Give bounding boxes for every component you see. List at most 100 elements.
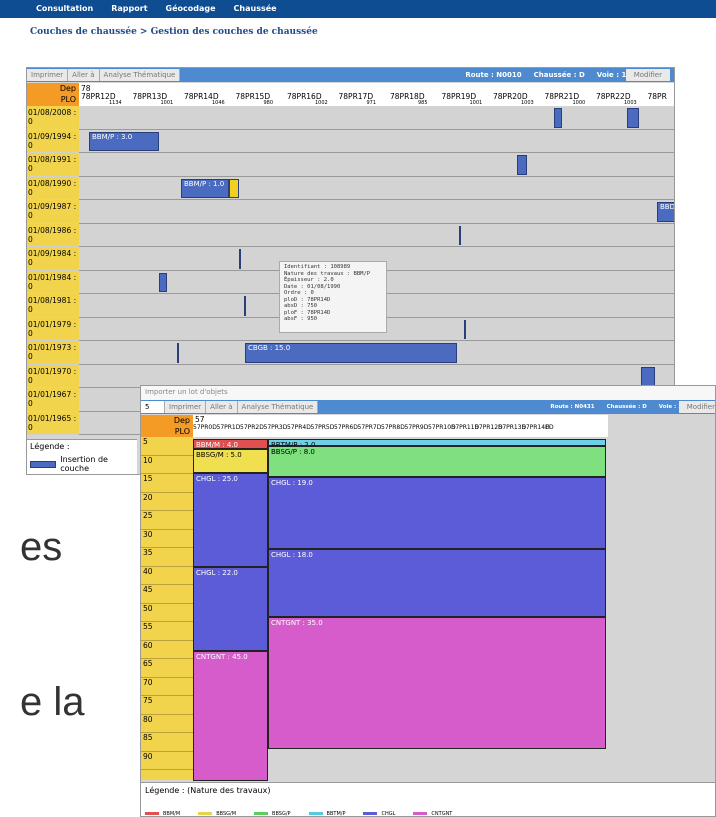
layer-bbm-m[interactable]: BBM/M : 4.0 (193, 439, 268, 449)
pr-label: 57PR8D (381, 424, 405, 431)
layer-cntgnt-45[interactable]: CNTGNT : 45.0 (193, 651, 268, 781)
thematic-analysis-button[interactable]: Analyse Thématique (237, 401, 319, 413)
modify-button[interactable]: Modifier (625, 69, 670, 81)
segment-marker[interactable] (239, 249, 241, 269)
legend-item: BBM/M (145, 810, 181, 817)
legend-label: BBSG/P (272, 810, 291, 817)
row-date[interactable]: 01/09/1984 : 0 (27, 247, 79, 271)
legend-label: BBM/M (163, 810, 181, 817)
depth-row-label: 20 (141, 492, 193, 511)
layer-chgl-25[interactable]: CHGL : 25.0 (193, 473, 268, 567)
legend-swatch (413, 812, 428, 815)
segment-marker[interactable] (627, 108, 639, 128)
segment-selected[interactable] (229, 178, 239, 198)
depth-row-label: 70 (141, 677, 193, 696)
timeline-row[interactable] (79, 129, 674, 153)
tooltip-line: absF : 950 (284, 316, 318, 322)
legend-item: BBSG/M (198, 810, 237, 817)
layer-chgl-19[interactable]: CHGL : 19.0 (268, 477, 606, 549)
row-date[interactable]: 01/01/1970 : 0 (27, 364, 79, 388)
legend: Légende : (Nature des travaux) BBM/M BBSG… (141, 782, 715, 817)
pr-label: 57PR2D (240, 424, 264, 431)
route-label: Route : N0010 (465, 71, 522, 79)
legend-swatch (198, 812, 213, 815)
toolbar: 5 Imprimer Aller à Analyse Thématique Ro… (141, 400, 715, 414)
print-button[interactable]: Imprimer (27, 69, 69, 81)
nav-rapport[interactable]: Rapport (111, 4, 147, 18)
dep-label: Dep (173, 416, 190, 425)
row-date[interactable]: 01/09/1994 : 0 (27, 129, 79, 153)
row-date[interactable]: 01/08/1981 : 0 (27, 294, 79, 318)
nav-chaussee[interactable]: Chaussée (234, 4, 277, 18)
segment-marker[interactable] (244, 296, 246, 316)
legend-swatch (30, 460, 57, 468)
segment-cbgb[interactable]: CBGB : 15.0 (245, 343, 457, 363)
layer-bbsg-m[interactable]: BBSG/M : 5.0 (193, 449, 268, 473)
row-date[interactable]: 01/08/2008 : 0 (27, 106, 79, 130)
segment-marker[interactable] (459, 225, 461, 245)
plo-label: PLO (60, 95, 76, 104)
depth-row-label: 25 (141, 511, 193, 530)
toolbar: Imprimer Aller à Analyse Thématique Rout… (27, 68, 674, 82)
row-date[interactable]: 01/08/1986 : 0 (27, 223, 79, 247)
timeline-row[interactable] (79, 106, 674, 130)
depth-row-label: 40 (141, 566, 193, 585)
depth-row-label: 60 (141, 640, 193, 659)
legend-swatch (363, 812, 378, 815)
timeline-row[interactable] (79, 153, 674, 177)
legend-item-label: Insertion de couche (60, 455, 108, 473)
segment-marker[interactable] (177, 343, 179, 363)
segment-marker[interactable] (641, 366, 655, 386)
segment-marker[interactable] (517, 155, 527, 175)
chaussee-label: Chaussée : D (533, 71, 585, 79)
layer-bbsg-p[interactable]: BBSG/P : 8.0 (268, 446, 606, 477)
row-date[interactable]: 01/01/1984 : 0 (27, 270, 79, 294)
layer-bbtm-p[interactable]: BBTM/P : 2.0 (268, 439, 606, 449)
nav-geocodage[interactable]: Géocodage (166, 4, 216, 18)
pr-label: 57PR4D (287, 424, 311, 431)
pr-label: 57PR7D (357, 424, 382, 431)
value-input[interactable]: 5 (141, 401, 165, 413)
voie-label: Voie : 1 (596, 71, 627, 79)
pr-label: 57PR5D (310, 424, 335, 431)
chaussee-label: Chaussée : D (606, 404, 647, 410)
depth-row-label: 55 (141, 622, 193, 641)
segment-bbm-p-3[interactable]: BBM/P : 3.0 (89, 131, 159, 151)
top-navigation: Consultation Rapport Géocodage Chaussée (0, 0, 716, 18)
pr-header: 78 78PR12D 1134 78PR13D 1001 78PR14D 1046 78PR… (79, 83, 674, 106)
goto-button[interactable]: Aller à (206, 401, 238, 413)
goto-button[interactable]: Aller à (68, 69, 100, 81)
timeline-row[interactable] (79, 176, 674, 200)
segment-bbm-p-1[interactable]: BBM/P : 1.0 (181, 178, 229, 198)
nav-consultation[interactable]: Consultation (36, 4, 93, 18)
depth-row-label: 15 (141, 474, 193, 493)
thematic-analysis-button[interactable]: Analyse Thématique (99, 69, 181, 81)
segment-marker[interactable] (159, 272, 167, 292)
row-date[interactable]: 01/08/1990 : 0 (27, 176, 79, 200)
row-date[interactable]: 01/01/1979 : 0 (27, 317, 79, 341)
row-date[interactable]: 01/01/1965 : 0 (27, 411, 79, 435)
legend-swatch (254, 812, 269, 815)
import-title: Importer un lot d'objets (141, 386, 715, 400)
layer-chgl-18[interactable]: CHGL : 18.0 (268, 549, 606, 617)
row-date[interactable]: 01/01/1967 : 0 (27, 388, 79, 412)
layer-chgl-22[interactable]: CHGL : 22.0 (193, 567, 268, 651)
segment-marker[interactable] (464, 319, 466, 339)
legend: Légende : Insertion de couche (27, 439, 137, 474)
row-date[interactable]: 01/08/1991 : 0 (27, 153, 79, 177)
legend-title: Légende : (30, 442, 70, 451)
modify-button[interactable]: Modifier (678, 401, 715, 413)
segment-bbd[interactable]: BBD (657, 202, 674, 222)
segment-marker[interactable] (554, 108, 562, 128)
dep-value: 57 (195, 415, 205, 424)
pr-label: 78PR (647, 92, 667, 101)
timeline-row[interactable] (79, 200, 674, 224)
print-button[interactable]: Imprimer (165, 401, 207, 413)
row-date[interactable]: 01/01/1973 : 0 (27, 341, 79, 365)
timeline-row[interactable] (79, 223, 674, 247)
row-date[interactable]: 01/09/1987 : 0 (27, 200, 79, 224)
legend-label: BBSG/M (216, 810, 237, 817)
layer-cross-section-window: Importer un lot d'objets 5 Imprimer Alle… (140, 385, 716, 817)
legend-swatch (145, 812, 159, 815)
layer-cntgnt-35[interactable]: CNTGNT : 35.0 (268, 617, 606, 749)
